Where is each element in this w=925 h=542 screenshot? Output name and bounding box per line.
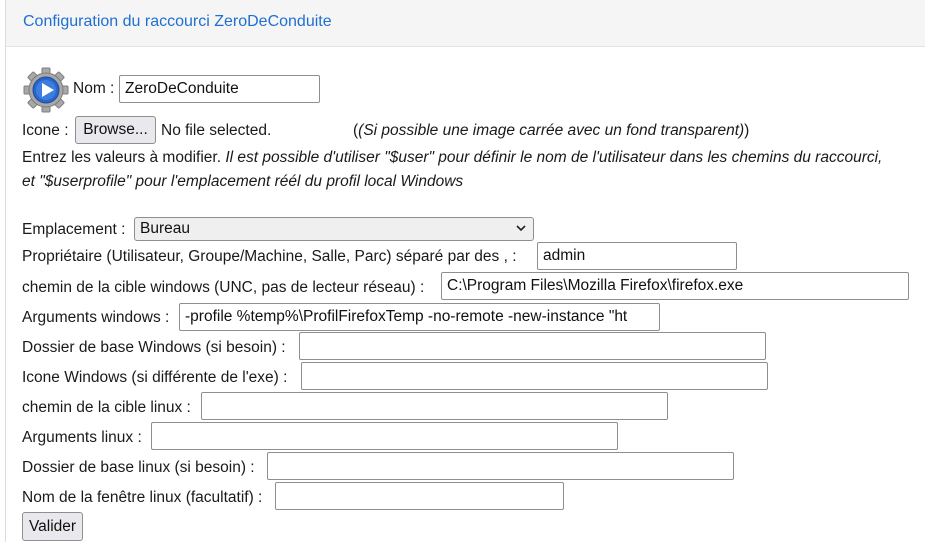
win-dir-label: Dossier de base Windows (si besoin) : bbox=[22, 339, 286, 356]
linux-window-input[interactable] bbox=[275, 482, 564, 510]
linux-dir-input[interactable] bbox=[267, 452, 734, 480]
linux-target-label: chemin de la cible linux : bbox=[22, 399, 191, 416]
instructions-italic-1: Il est possible d'utiliser "$user" pour … bbox=[225, 149, 883, 166]
name-label: Nom : bbox=[73, 80, 115, 97]
linux-args-input[interactable] bbox=[151, 422, 618, 450]
linux-window-label: Nom de la fenêtre linux (facultatif) : bbox=[22, 489, 263, 506]
page-header: Configuration du raccourci ZeroDeConduit… bbox=[6, 0, 925, 47]
win-args-input[interactable]: -profile %temp%\ProfilFirefoxTemp -no-re… bbox=[179, 303, 660, 331]
location-label: Emplacement : bbox=[22, 221, 126, 238]
win-icon-input[interactable] bbox=[301, 362, 768, 390]
icon-label: Icone : bbox=[22, 122, 69, 139]
icon-hint-text: (Si possible une image carrée avec un fo… bbox=[358, 122, 745, 139]
name-input[interactable]: ZeroDeConduite bbox=[119, 75, 320, 103]
instructions-line-1: Entrez les valeurs à modifier. Il est po… bbox=[22, 149, 882, 167]
gear-play-icon bbox=[23, 67, 69, 113]
page-left-border bbox=[5, 0, 6, 542]
chevron-down-icon bbox=[516, 225, 526, 232]
submit-button[interactable]: Valider bbox=[22, 512, 83, 541]
location-selected-value: Bureau bbox=[140, 220, 190, 237]
icon-hint: ((Si possible une image carrée avec un f… bbox=[353, 122, 750, 139]
linux-target-input[interactable] bbox=[201, 392, 668, 420]
win-args-label: Arguments windows : bbox=[22, 309, 170, 326]
file-status: No file selected. bbox=[161, 122, 272, 139]
instructions-italic-2: et "$userprofile" pour l'emplacement réé… bbox=[22, 173, 464, 190]
browse-button[interactable]: Browse... bbox=[75, 116, 156, 144]
win-dir-input[interactable] bbox=[299, 332, 766, 360]
linux-dir-label: Dossier de base linux (si besoin) : bbox=[22, 459, 255, 476]
location-select[interactable]: Bureau bbox=[134, 217, 534, 241]
owner-input[interactable]: admin bbox=[537, 242, 737, 270]
instructions-plain: Entrez les valeurs à modifier. bbox=[22, 149, 222, 166]
win-target-label: chemin de la cible windows (UNC, pas de … bbox=[22, 279, 425, 296]
page-title: Configuration du raccourci ZeroDeConduit… bbox=[23, 13, 332, 30]
win-target-input[interactable]: C:\Program Files\Mozilla Firefox\firefox… bbox=[441, 272, 909, 300]
owner-label: Propriétaire (Utilisateur, Groupe/Machin… bbox=[22, 248, 517, 265]
linux-args-label: Arguments linux : bbox=[22, 429, 142, 446]
win-icon-label: Icone Windows (si différente de l'exe) : bbox=[22, 369, 288, 386]
